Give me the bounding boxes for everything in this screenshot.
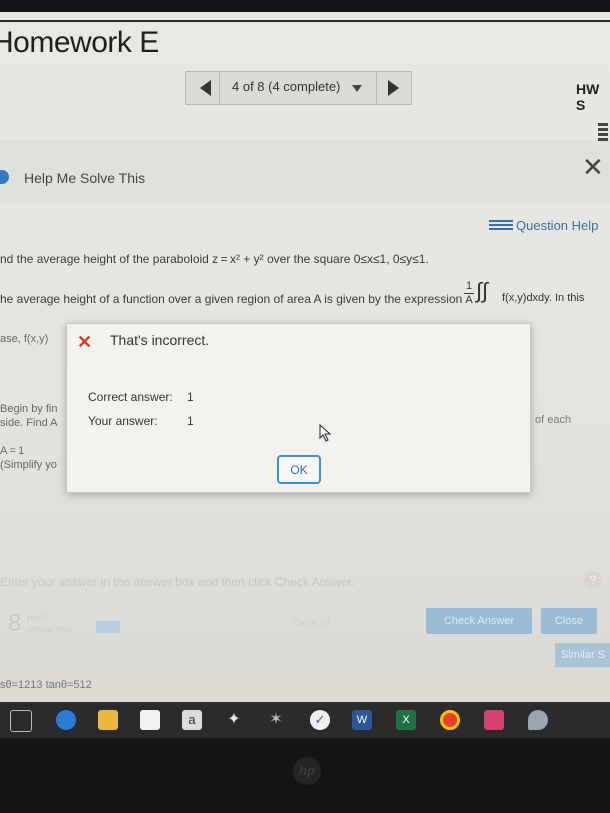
previous-question-icon[interactable]	[200, 80, 211, 96]
browser-viewport: Homework E 4 of 8 (4 complete) HW S Help…	[0, 12, 610, 702]
question-navigator: 4 of 8 (4 complete)	[185, 71, 412, 105]
amazon-icon[interactable]: a	[182, 710, 202, 730]
formula-strip: sθ=1213 tanθ=512	[0, 670, 610, 702]
correct-answer-label: Correct answer:	[88, 390, 173, 404]
parts-label-line1: parts	[27, 613, 50, 624]
question-help-button[interactable]: Question Help	[489, 213, 598, 237]
side-text: side. Find A	[0, 417, 58, 429]
begin-text: Begin by fin	[0, 403, 58, 415]
similar-question-button[interactable]: Similar S	[555, 643, 610, 667]
nav-divider	[376, 72, 377, 104]
right-snippet: of each	[535, 414, 572, 426]
ok-button[interactable]: OK	[277, 455, 321, 484]
word-icon[interactable]: W	[352, 710, 372, 730]
chrome-icon[interactable]	[440, 710, 460, 730]
parts-label-line2: remaining	[27, 624, 71, 635]
correct-answer-value: 1	[187, 390, 194, 404]
hp-logo-icon: hp	[293, 757, 321, 785]
paint-icon[interactable]	[528, 710, 548, 730]
expression-tail: f(x,y)dxdy. In this	[502, 292, 585, 304]
close-button[interactable]: Close	[541, 608, 597, 634]
case-text: ase, f(x,y)	[0, 333, 49, 345]
nav-divider	[219, 72, 220, 104]
question-text: nd the average height of the paraboloid …	[0, 252, 429, 266]
fraction-numerator: 1	[465, 280, 473, 292]
photos-icon[interactable]	[484, 710, 504, 730]
question-help-label: Question Help	[516, 217, 599, 233]
parts-remaining-count: 8	[8, 610, 22, 637]
chevron-down-icon[interactable]	[352, 85, 362, 92]
excel-icon[interactable]: X	[396, 710, 416, 730]
question-position-label[interactable]: 4 of 8 (4 complete)	[232, 79, 340, 94]
incorrect-answer-dialog: ✕ That's incorrect. Correct answer: 1 Yo…	[66, 323, 531, 493]
integral-glyph	[0, 346, 57, 402]
double-integral-icon: ∫∫	[476, 278, 489, 303]
close-icon[interactable]: ✕	[582, 154, 604, 180]
check-icon[interactable]: ✓	[310, 710, 330, 730]
error-x-icon: ✕	[77, 332, 93, 352]
task-view-icon[interactable]	[10, 710, 32, 732]
top-divider	[0, 20, 610, 22]
help-question-icon[interactable]: ?	[584, 571, 602, 589]
check-answer-button[interactable]: Check Answer	[426, 608, 532, 634]
simplify-text: (Simplify yo	[0, 459, 57, 471]
taskbar: a ✦ ✶ ✓ W X	[0, 702, 610, 738]
partially-hidden-steps: ase, f(x,y) Begin by fin side. Find A A …	[0, 332, 57, 472]
fraction-denominator: A	[465, 294, 473, 306]
your-answer-label: Your answer:	[88, 414, 158, 428]
parts-remaining-label: parts remaining	[27, 613, 71, 635]
edge-icon[interactable]	[56, 710, 76, 730]
store-icon[interactable]	[140, 710, 160, 730]
formula-text: sθ=1213 tanθ=512	[0, 679, 92, 691]
answer-instruction: Enter your answer in the answer box and …	[0, 575, 355, 589]
page-title: Homework E	[0, 26, 159, 59]
question-explanation: he average height of a function over a g…	[0, 292, 463, 306]
mouse-cursor-icon	[319, 424, 332, 442]
next-question-icon[interactable]	[388, 80, 399, 96]
panel-grip-icon[interactable]	[598, 121, 610, 147]
dropbox-icon[interactable]: ✦	[224, 710, 244, 730]
parts-progress-bar	[96, 621, 120, 633]
list-icon	[489, 218, 513, 232]
area-answer: A = 1	[0, 445, 25, 457]
clear-all-button[interactable]: Clear All	[293, 618, 330, 629]
help-me-solve-label: Help Me Solve This	[24, 170, 146, 186]
homework-score-label: HW S	[576, 81, 600, 113]
settings-icon[interactable]: ✶	[266, 710, 286, 730]
your-answer-value: 1	[187, 414, 194, 428]
file-explorer-icon[interactable]	[98, 710, 118, 730]
dialog-message: That's incorrect.	[110, 332, 210, 348]
